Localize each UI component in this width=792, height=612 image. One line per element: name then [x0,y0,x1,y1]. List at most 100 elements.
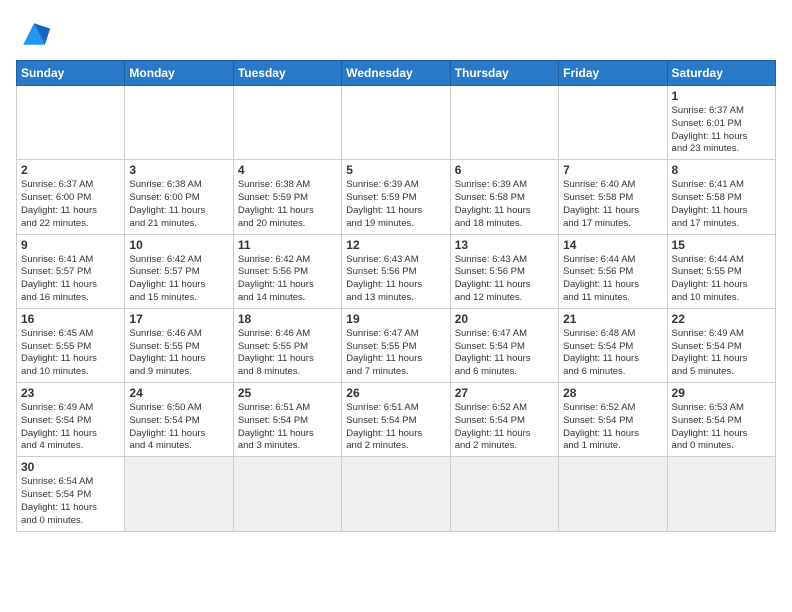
day-number: 10 [129,238,228,252]
day-number: 22 [672,312,771,326]
calendar-cell: 3 Sunrise: 6:38 AM Sunset: 6:00 PM Daylig… [125,160,233,234]
calendar-cell [125,457,233,531]
week-row-2: 2Sunrise: 6:37 AM Sunset: 6:00 PM Daylig… [17,160,776,234]
day-number: 18 [238,312,337,326]
calendar-cell: 16 Sunrise: 6:45 AM Sunset: 5:55 PM Dayli… [17,308,125,382]
day-number: 6 [455,163,554,177]
day-number: 7 [563,163,662,177]
week-row-1: 1 Sunrise: 6:37 AM Sunset: 6:01 PM Daylig… [17,86,776,160]
day-number: 17 [129,312,228,326]
day-number: 8 [672,163,771,177]
calendar-cell: 10 Sunrise: 6:42 AM Sunset: 5:57 PM Dayli… [125,234,233,308]
calendar-cell: 8 Sunrise: 6:41 AM Sunset: 5:58 PM Daylig… [667,160,775,234]
day-info: Sunrise: 6:44 AM Sunset: 5:56 PM Dayligh… [563,254,662,305]
calendar-cell: 28 Sunrise: 6:52 AM Sunset: 5:54 PM Dayli… [559,383,667,457]
calendar-cell: 7 Sunrise: 6:40 AM Sunset: 5:58 PM Daylig… [559,160,667,234]
day-info: Sunrise: 6:37 AM Sunset: 6:00 PM Dayligh… [21,179,120,230]
calendar-cell [342,86,450,160]
calendar-cell: 12Sunrise: 6:43 AM Sunset: 5:56 PM Dayli… [342,234,450,308]
day-info: Sunrise: 6:47 AM Sunset: 5:55 PM Dayligh… [346,328,445,379]
day-number: 26 [346,386,445,400]
day-number: 27 [455,386,554,400]
calendar-cell: 17Sunrise: 6:46 AM Sunset: 5:55 PM Dayli… [125,308,233,382]
day-number: 19 [346,312,445,326]
calendar-cell: 25Sunrise: 6:51 AM Sunset: 5:54 PM Dayli… [233,383,341,457]
day-info: Sunrise: 6:49 AM Sunset: 5:54 PM Dayligh… [672,328,771,379]
page-header [16,16,776,52]
day-info: Sunrise: 6:47 AM Sunset: 5:54 PM Dayligh… [455,328,554,379]
weekday-header-thursday: Thursday [450,61,558,86]
calendar-cell: 2Sunrise: 6:37 AM Sunset: 6:00 PM Daylig… [17,160,125,234]
day-number: 24 [129,386,228,400]
calendar-cell: 15 Sunrise: 6:44 AM Sunset: 5:55 PM Dayli… [667,234,775,308]
day-info: Sunrise: 6:38 AM Sunset: 6:00 PM Dayligh… [129,179,228,230]
day-info: Sunrise: 6:41 AM Sunset: 5:58 PM Dayligh… [672,179,771,230]
day-info: Sunrise: 6:38 AM Sunset: 5:59 PM Dayligh… [238,179,337,230]
day-info: Sunrise: 6:40 AM Sunset: 5:58 PM Dayligh… [563,179,662,230]
calendar-cell: 30 Sunrise: 6:54 AM Sunset: 5:54 PM Dayli… [17,457,125,531]
calendar-cell [450,86,558,160]
calendar-cell [233,457,341,531]
week-row-3: 9Sunrise: 6:41 AM Sunset: 5:57 PM Daylig… [17,234,776,308]
day-number: 13 [455,238,554,252]
calendar-cell: 11Sunrise: 6:42 AM Sunset: 5:56 PM Dayli… [233,234,341,308]
calendar-cell [667,457,775,531]
day-info: Sunrise: 6:43 AM Sunset: 5:56 PM Dayligh… [346,254,445,305]
day-number: 5 [346,163,445,177]
weekday-header-row: SundayMondayTuesdayWednesdayThursdayFrid… [17,61,776,86]
day-info: Sunrise: 6:42 AM Sunset: 5:56 PM Dayligh… [238,254,337,305]
weekday-header-saturday: Saturday [667,61,775,86]
day-info: Sunrise: 6:45 AM Sunset: 5:55 PM Dayligh… [21,328,120,379]
day-info: Sunrise: 6:54 AM Sunset: 5:54 PM Dayligh… [21,476,120,527]
day-number: 20 [455,312,554,326]
weekday-header-tuesday: Tuesday [233,61,341,86]
week-row-4: 16 Sunrise: 6:45 AM Sunset: 5:55 PM Dayli… [17,308,776,382]
calendar-cell: 20 Sunrise: 6:47 AM Sunset: 5:54 PM Dayli… [450,308,558,382]
day-info: Sunrise: 6:51 AM Sunset: 5:54 PM Dayligh… [238,402,337,453]
weekday-header-wednesday: Wednesday [342,61,450,86]
calendar-cell: 18 Sunrise: 6:46 AM Sunset: 5:55 PM Dayli… [233,308,341,382]
day-info: Sunrise: 6:49 AM Sunset: 5:54 PM Dayligh… [21,402,120,453]
calendar-cell: 19 Sunrise: 6:47 AM Sunset: 5:55 PM Dayli… [342,308,450,382]
week-row-5: 23 Sunrise: 6:49 AM Sunset: 5:54 PM Dayli… [17,383,776,457]
calendar-cell: 29Sunrise: 6:53 AM Sunset: 5:54 PM Dayli… [667,383,775,457]
calendar-cell [125,86,233,160]
day-info: Sunrise: 6:51 AM Sunset: 5:54 PM Dayligh… [346,402,445,453]
day-number: 3 [129,163,228,177]
logo-icon [16,16,52,52]
calendar-cell: 6 Sunrise: 6:39 AM Sunset: 5:58 PM Daylig… [450,160,558,234]
logo [16,16,58,52]
day-number: 23 [21,386,120,400]
day-info: Sunrise: 6:44 AM Sunset: 5:55 PM Dayligh… [672,254,771,305]
calendar-cell: 1 Sunrise: 6:37 AM Sunset: 6:01 PM Daylig… [667,86,775,160]
calendar-cell: 13Sunrise: 6:43 AM Sunset: 5:56 PM Dayli… [450,234,558,308]
calendar-cell [233,86,341,160]
day-number: 30 [21,460,120,474]
day-number: 4 [238,163,337,177]
day-info: Sunrise: 6:50 AM Sunset: 5:54 PM Dayligh… [129,402,228,453]
calendar-cell [342,457,450,531]
day-number: 21 [563,312,662,326]
day-number: 9 [21,238,120,252]
day-info: Sunrise: 6:48 AM Sunset: 5:54 PM Dayligh… [563,328,662,379]
day-number: 28 [563,386,662,400]
day-info: Sunrise: 6:39 AM Sunset: 5:59 PM Dayligh… [346,179,445,230]
day-info: Sunrise: 6:42 AM Sunset: 5:57 PM Dayligh… [129,254,228,305]
weekday-header-sunday: Sunday [17,61,125,86]
calendar-table: SundayMondayTuesdayWednesdayThursdayFrid… [16,60,776,532]
day-info: Sunrise: 6:37 AM Sunset: 6:01 PM Dayligh… [672,105,771,156]
calendar-cell: 21 Sunrise: 6:48 AM Sunset: 5:54 PM Dayli… [559,308,667,382]
day-info: Sunrise: 6:46 AM Sunset: 5:55 PM Dayligh… [238,328,337,379]
calendar-cell [559,86,667,160]
day-info: Sunrise: 6:53 AM Sunset: 5:54 PM Dayligh… [672,402,771,453]
weekday-header-friday: Friday [559,61,667,86]
calendar-cell: 9Sunrise: 6:41 AM Sunset: 5:57 PM Daylig… [17,234,125,308]
day-number: 14 [563,238,662,252]
day-number: 16 [21,312,120,326]
day-number: 1 [672,89,771,103]
day-number: 15 [672,238,771,252]
day-info: Sunrise: 6:39 AM Sunset: 5:58 PM Dayligh… [455,179,554,230]
calendar-cell: 22 Sunrise: 6:49 AM Sunset: 5:54 PM Dayli… [667,308,775,382]
calendar-cell: 26 Sunrise: 6:51 AM Sunset: 5:54 PM Dayli… [342,383,450,457]
day-info: Sunrise: 6:52 AM Sunset: 5:54 PM Dayligh… [563,402,662,453]
